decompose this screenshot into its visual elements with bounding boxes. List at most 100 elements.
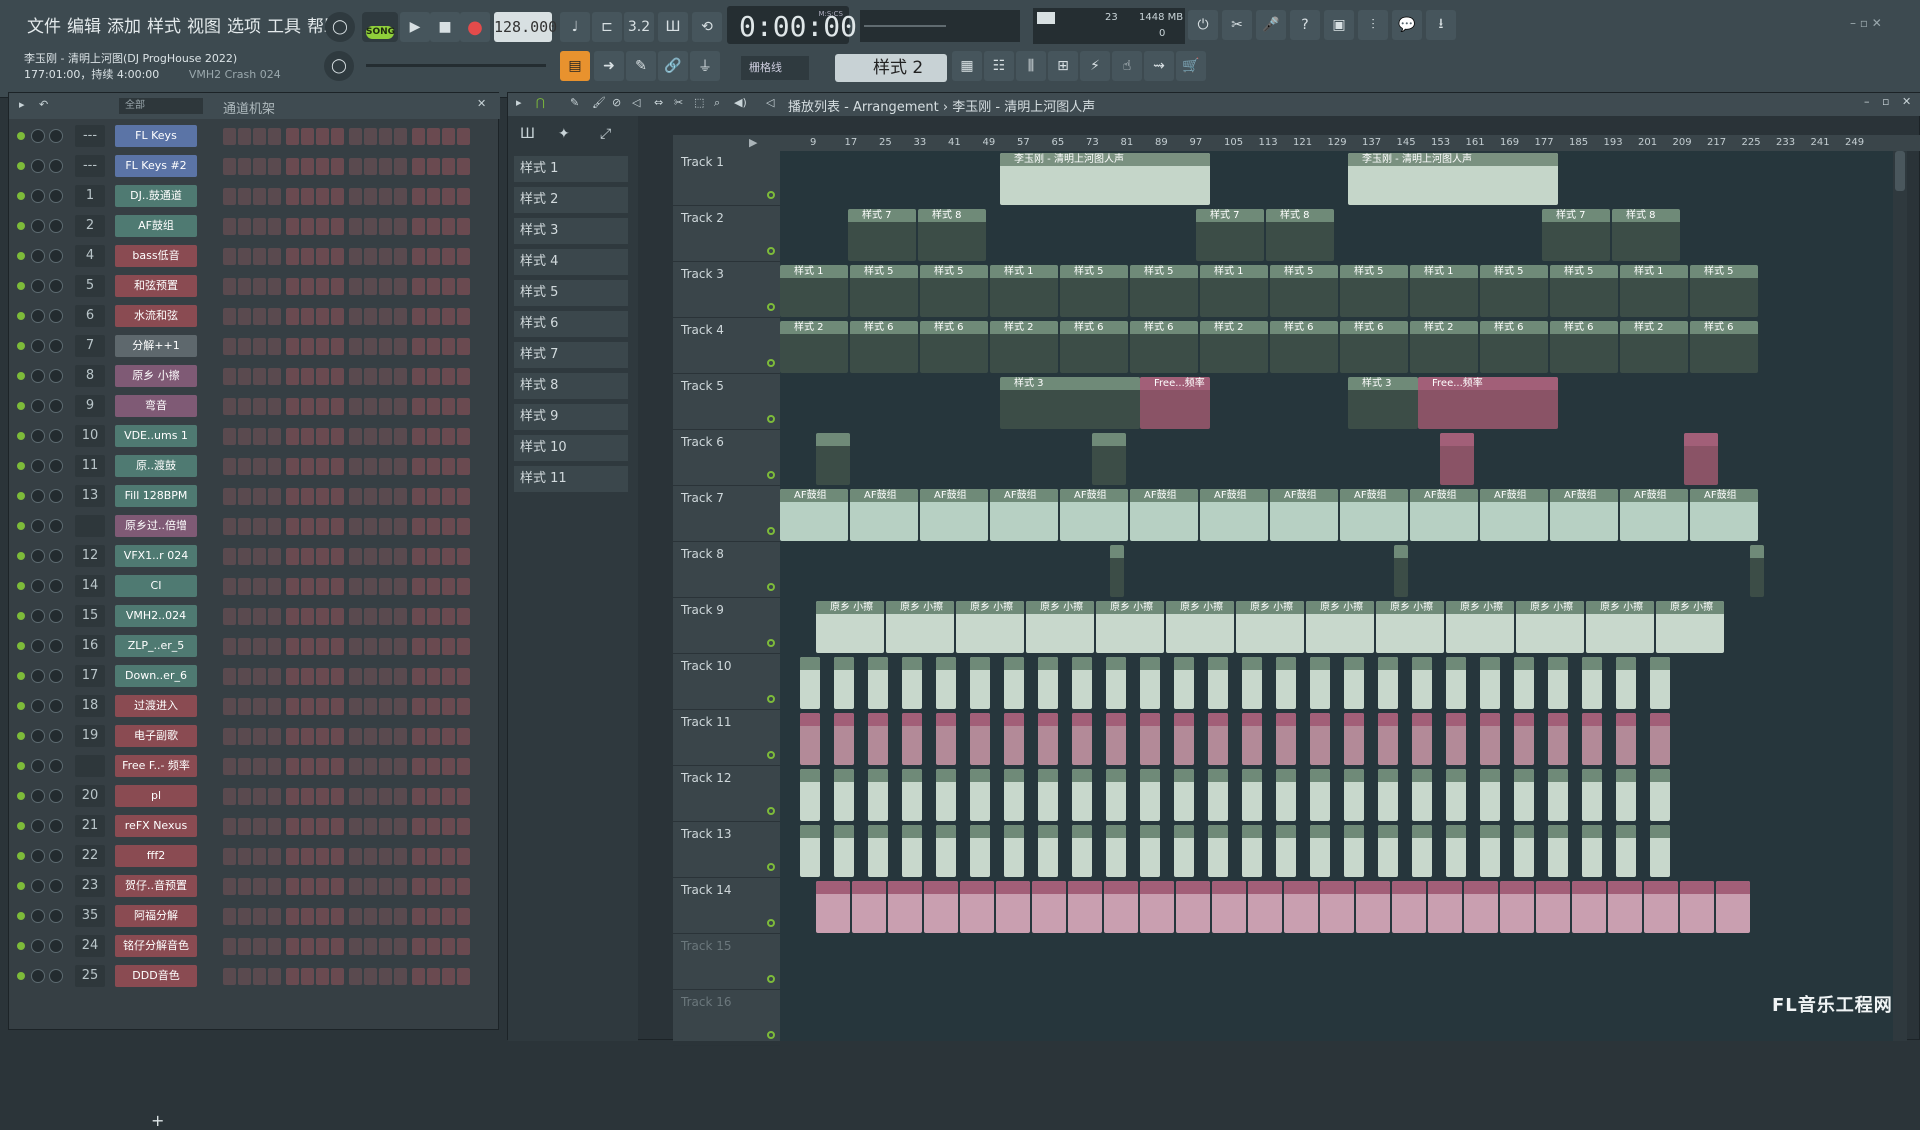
step-button[interactable] (349, 338, 362, 355)
playlist-clip[interactable] (1582, 825, 1602, 877)
channel-mute-led[interactable] (17, 942, 25, 950)
step-button[interactable] (427, 428, 440, 445)
step-button[interactable] (427, 968, 440, 985)
step-button[interactable] (364, 578, 377, 595)
step-button[interactable] (268, 968, 281, 985)
step-button[interactable] (457, 548, 470, 565)
speaker-icon[interactable]: ◀) (734, 96, 747, 109)
step-button[interactable] (268, 398, 281, 415)
playlist-clip[interactable] (1140, 657, 1160, 709)
step-button[interactable] (316, 848, 329, 865)
playlist-clip[interactable]: 样式 6 (920, 321, 988, 373)
playlist-clip[interactable] (1208, 825, 1228, 877)
tempo-display[interactable]: 128.000 (494, 12, 557, 42)
step-button[interactable] (316, 398, 329, 415)
track-header[interactable]: Track 16 (673, 991, 780, 1046)
playlist-clip[interactable]: 样式 6 (1270, 321, 1338, 373)
channel-row[interactable]: 22 fff2 (9, 841, 500, 871)
step-button[interactable] (316, 938, 329, 955)
step-button[interactable] (457, 518, 470, 535)
step-button[interactable] (238, 278, 251, 295)
step-button[interactable] (268, 698, 281, 715)
playlist-clip[interactable] (1212, 881, 1246, 933)
minimize-icon[interactable]: – (1864, 95, 1870, 108)
channel-mute-led[interactable] (17, 822, 25, 830)
step-button[interactable] (412, 638, 425, 655)
step-button[interactable] (379, 788, 392, 805)
step-button[interactable] (286, 128, 299, 145)
playlist-clip[interactable] (1394, 545, 1408, 597)
step-button[interactable] (457, 818, 470, 835)
channel-name-button[interactable]: VDE..ums 1 (115, 425, 197, 447)
step-button[interactable] (412, 968, 425, 985)
playlist-clip[interactable]: 样式 6 (850, 321, 918, 373)
scroll-thumb[interactable] (1895, 151, 1905, 191)
playlist-clip[interactable] (1548, 769, 1568, 821)
playlist-clip[interactable]: 样式 2 (1620, 321, 1688, 373)
step-button[interactable] (253, 878, 266, 895)
step-button[interactable] (349, 458, 362, 475)
channel-row[interactable]: Free F..- 频率 (9, 751, 500, 781)
undo-icon[interactable]: ↶ (39, 98, 48, 111)
channel-mute-led[interactable] (17, 762, 25, 770)
channel-row[interactable]: 25 DDD音色 (9, 961, 500, 991)
stamp-button[interactable]: ⏚ (690, 51, 720, 81)
playlist-clip[interactable] (1514, 825, 1534, 877)
step-button[interactable] (238, 638, 251, 655)
playlist-clip[interactable] (1038, 657, 1058, 709)
loop-record-button[interactable]: ⟲ (692, 12, 722, 42)
menu-options[interactable]: 选项 (226, 12, 262, 37)
playlist-clip[interactable]: 原乡 小擦 (816, 601, 884, 653)
step-button[interactable] (427, 158, 440, 175)
step-button[interactable] (427, 308, 440, 325)
step-button[interactable] (301, 188, 314, 205)
playlist-clip[interactable]: 样式 5 (1340, 265, 1408, 317)
step-button[interactable] (331, 758, 344, 775)
channel-pan-knob[interactable] (49, 489, 63, 503)
step-button[interactable] (331, 788, 344, 805)
playlist-clip[interactable] (1446, 825, 1466, 877)
mixer-track-number[interactable]: 2 (75, 215, 105, 237)
playlist-clip[interactable] (816, 881, 850, 933)
step-button[interactable] (268, 458, 281, 475)
playlist-clip[interactable]: 原乡 小擦 (956, 601, 1024, 653)
playlist-clip[interactable] (1644, 881, 1678, 933)
playlist-clip[interactable] (1378, 657, 1398, 709)
step-button[interactable] (238, 728, 251, 745)
automation-icon[interactable]: ⤢ (600, 126, 611, 142)
step-button[interactable] (457, 788, 470, 805)
channel-name-button[interactable]: FL Keys #2 (115, 155, 197, 177)
mixer-track-number[interactable]: 25 (75, 965, 105, 987)
step-button[interactable] (379, 398, 392, 415)
channel-pan-knob[interactable] (49, 159, 63, 173)
channel-name-button[interactable]: 过渡进入 (115, 695, 197, 717)
playlist-clip[interactable] (970, 769, 990, 821)
step-button[interactable] (349, 248, 362, 265)
step-button[interactable] (412, 938, 425, 955)
step-button[interactable] (412, 818, 425, 835)
step-button[interactable] (457, 428, 470, 445)
playlist-clip[interactable] (1140, 881, 1174, 933)
step-button[interactable] (412, 248, 425, 265)
playlist-clip[interactable] (1032, 881, 1066, 933)
channel-row[interactable]: 21 reFX Nexus (9, 811, 500, 841)
step-button[interactable] (457, 128, 470, 145)
menu-add[interactable]: 添加 (106, 12, 142, 37)
channel-volume-knob[interactable] (31, 159, 45, 173)
step-button[interactable] (364, 278, 377, 295)
maximize-icon[interactable]: ▫ (1882, 95, 1889, 108)
step-button[interactable] (442, 668, 455, 685)
playlist-clip[interactable]: AF鼓组 (1130, 489, 1198, 541)
step-button[interactable] (301, 128, 314, 145)
playlist-clip[interactable] (1514, 713, 1534, 765)
playlist-clip[interactable] (1650, 657, 1670, 709)
step-button[interactable] (238, 158, 251, 175)
pitch-slider[interactable] (366, 64, 546, 67)
playlist-clip[interactable] (1464, 881, 1498, 933)
channel-name-button[interactable]: fff2 (115, 845, 197, 867)
step-button[interactable] (286, 638, 299, 655)
step-button[interactable] (427, 818, 440, 835)
step-button[interactable] (394, 938, 407, 955)
step-button[interactable] (301, 518, 314, 535)
step-button[interactable] (427, 698, 440, 715)
